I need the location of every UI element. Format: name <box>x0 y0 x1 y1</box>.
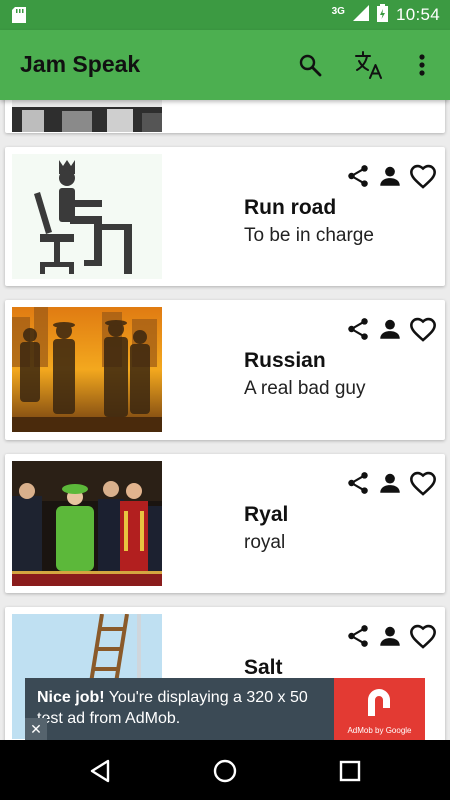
clock: 10:54 <box>395 5 440 24</box>
ad-banner[interactable]: Nice job! You're displaying a 320 x 50 t… <box>25 678 425 740</box>
card-word: Run road <box>244 196 337 219</box>
battery-icon <box>376 3 388 27</box>
card-meaning: To be in charge <box>244 225 374 246</box>
list-item[interactable]: Ryal royal <box>5 454 445 593</box>
admob-logo-icon <box>368 689 390 716</box>
card-actions <box>345 316 437 342</box>
network-type: 3G <box>331 5 345 17</box>
share-icon[interactable] <box>345 623 371 649</box>
heart-icon[interactable] <box>409 163 437 189</box>
list-item[interactable]: Run road To be in charge <box>5 147 445 286</box>
status-bar: 3G 10:54 <box>0 0 450 30</box>
heart-icon[interactable] <box>409 470 437 496</box>
ad-headline: Nice job! <box>37 689 105 706</box>
card-actions <box>345 163 437 189</box>
person-icon[interactable] <box>377 623 403 649</box>
list-item[interactable]: Russian A real bad guy <box>5 300 445 440</box>
ad-close-icon[interactable]: ✕ <box>25 718 47 740</box>
card-actions <box>345 470 437 496</box>
share-icon[interactable] <box>345 316 371 342</box>
signal-icon <box>352 4 369 26</box>
app-title: Jam Speak <box>20 51 141 77</box>
share-icon[interactable] <box>345 163 371 189</box>
translate-icon[interactable] <box>353 49 385 81</box>
word-list[interactable]: Run road To be in charge Russian A real … <box>0 100 450 740</box>
person-icon[interactable] <box>377 316 403 342</box>
app-bar: Jam Speak <box>0 30 450 100</box>
heart-icon[interactable] <box>409 316 437 342</box>
search-icon[interactable] <box>294 49 326 81</box>
sd-card-icon <box>12 7 26 28</box>
more-vert-icon[interactable] <box>406 49 438 81</box>
home-icon[interactable] <box>210 756 240 786</box>
royal-family-balcony-photo <box>12 461 162 586</box>
card-meaning: A real bad guy <box>244 378 366 399</box>
person-icon[interactable] <box>377 163 403 189</box>
list-item[interactable] <box>5 100 445 133</box>
card-image <box>12 100 162 132</box>
gangster-silhouettes-photo <box>12 307 162 432</box>
king-at-desk-icon <box>12 154 162 279</box>
admob-logo: AdMob by Google <box>334 678 425 740</box>
card-word: Salt <box>244 656 283 679</box>
card-word: Russian <box>244 349 326 372</box>
person-icon[interactable] <box>377 470 403 496</box>
back-icon[interactable] <box>85 756 115 786</box>
card-actions <box>345 623 437 649</box>
heart-icon[interactable] <box>409 623 437 649</box>
ad-text: Nice job! You're displaying a 320 x 50 t… <box>37 687 337 729</box>
ad-logo-caption: AdMob by Google <box>347 726 412 735</box>
navigation-bar <box>0 740 450 800</box>
recent-apps-icon[interactable] <box>335 756 365 786</box>
card-word: Ryal <box>244 503 289 526</box>
share-icon[interactable] <box>345 470 371 496</box>
card-meaning: royal <box>244 532 286 553</box>
